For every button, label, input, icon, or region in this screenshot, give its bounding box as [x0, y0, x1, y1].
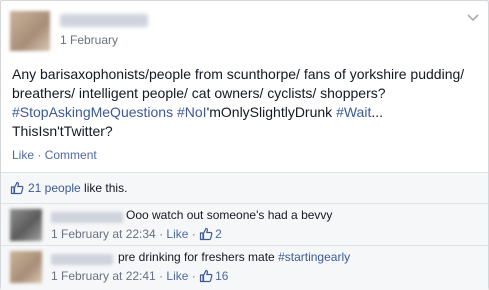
- comment-like-count[interactable]: 16: [215, 269, 228, 283]
- comment-link[interactable]: Comment: [45, 148, 97, 162]
- thumbs-up-icon: [199, 227, 213, 241]
- comment-meta: 1 February at 22:41 · Like · 16: [51, 269, 228, 283]
- likes-summary: 21 people like this.: [10, 181, 127, 195]
- separator: ·: [155, 269, 167, 283]
- hashtag-link[interactable]: #Wait: [336, 104, 371, 120]
- post-date[interactable]: 1 February: [60, 33, 118, 47]
- post-body-text: 'mOnlySlightlyDrunk: [206, 104, 333, 120]
- comments-section: 21 people like this. Ooo watch out someo…: [1, 172, 488, 290]
- separator: ·: [188, 227, 200, 241]
- chevron-down-icon[interactable]: [466, 10, 480, 24]
- comment-item: Ooo watch out someone's had a bevvy 1 Fe…: [1, 204, 488, 244]
- separator: ·: [188, 269, 200, 283]
- comment-text: Ooo watch out someone's had a bevvy: [126, 208, 333, 222]
- commenter-name-redacted[interactable]: [51, 212, 123, 223]
- commenter-name-redacted[interactable]: [51, 254, 113, 265]
- post-body-text: ...: [371, 104, 384, 120]
- commenter-avatar[interactable]: [10, 251, 42, 283]
- likes-suffix: like this.: [80, 181, 128, 195]
- like-link[interactable]: Like: [12, 148, 34, 162]
- thumbs-up-icon: [10, 181, 24, 195]
- comment-body: pre drinking for freshers mate: [118, 250, 275, 264]
- separator: ·: [155, 227, 167, 241]
- hashtag-link[interactable]: #StopAskingMeQuestions: [12, 104, 173, 120]
- post-card: 1 February Any barisaxophonists/people f…: [0, 0, 489, 290]
- comment-like-link[interactable]: Like: [166, 227, 188, 241]
- comment-meta: 1 February at 22:34 · Like · 2: [51, 227, 222, 241]
- author-avatar[interactable]: [10, 11, 50, 51]
- author-name-redacted[interactable]: [60, 14, 148, 27]
- comment-time[interactable]: 1 February at 22:34: [51, 227, 156, 241]
- likers-link[interactable]: 21 people: [28, 181, 81, 195]
- hashtag-link[interactable]: #NoI: [177, 104, 207, 120]
- comment-like-count[interactable]: 2: [215, 227, 222, 241]
- separator: ·: [34, 148, 45, 162]
- post-body-text: ThisIsn'tTwitter?: [12, 123, 113, 139]
- thumbs-up-icon: [199, 269, 213, 283]
- comment-item: pre drinking for freshers mate #starting…: [1, 246, 488, 286]
- commenter-avatar[interactable]: [10, 209, 42, 241]
- post-actions: Like · Comment: [12, 148, 97, 162]
- post-body: Any barisaxophonists/people from scuntho…: [12, 65, 482, 141]
- comment-like-link[interactable]: Like: [166, 269, 188, 283]
- comment-time[interactable]: 1 February at 22:41: [51, 269, 156, 283]
- comment-text: pre drinking for freshers mate #starting…: [118, 250, 350, 264]
- hashtag-link[interactable]: #startingearly: [278, 250, 350, 264]
- post-body-text: Any barisaxophonists/people from scuntho…: [12, 66, 465, 101]
